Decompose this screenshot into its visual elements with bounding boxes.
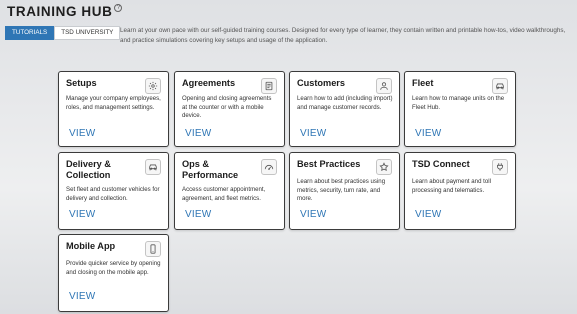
card-description: Set fleet and customer vehicles for deli… <box>66 186 160 202</box>
card-best-practices[interactable]: Best Practices Learn about best practice… <box>289 152 400 230</box>
card-customers[interactable]: Customers Learn how to add (including im… <box>289 71 400 147</box>
page-header: TRAINING HUB ? <box>7 3 123 20</box>
view-link[interactable]: VIEW <box>69 291 95 302</box>
card-description: Learn about best practices using metrics… <box>297 178 386 203</box>
tab-tsd-university[interactable]: TSD UNIVERSITY <box>54 26 121 40</box>
gear-icon <box>145 78 161 94</box>
view-link[interactable]: VIEW <box>300 128 326 139</box>
card-description: Access customer appointment, agreement, … <box>182 186 266 202</box>
view-link[interactable]: VIEW <box>185 209 211 220</box>
page-title: TRAINING HUB <box>7 4 113 19</box>
card-description: Learn about payment and toll processing … <box>412 178 491 194</box>
view-link[interactable]: VIEW <box>415 209 441 220</box>
mobile-phone-icon <box>145 241 161 257</box>
help-icon[interactable]: ? <box>114 4 123 12</box>
star-icon <box>376 159 392 175</box>
view-link[interactable]: VIEW <box>69 128 95 139</box>
view-link[interactable]: VIEW <box>69 209 95 220</box>
card-ops-performance[interactable]: Ops & Performance Access customer appoin… <box>174 152 285 230</box>
card-title: Agreements <box>182 78 236 88</box>
car-icon <box>492 78 508 94</box>
plug-icon <box>492 159 508 175</box>
card-description: Learn how to manage units on the Fleet H… <box>412 95 505 111</box>
card-agreements[interactable]: Agreements Opening and closing agreement… <box>174 71 285 147</box>
speedometer-icon <box>261 159 277 175</box>
intro-text: Learn at your own pace with our self-gui… <box>120 27 566 44</box>
card-title: Setups <box>66 78 97 88</box>
card-title: Customers <box>297 78 345 88</box>
document-icon <box>261 78 277 94</box>
view-link[interactable]: VIEW <box>300 209 326 220</box>
card-title: Delivery & Collection <box>66 159 111 180</box>
card-description: Learn how to add (including import) and … <box>297 95 393 111</box>
card-fleet[interactable]: Fleet Learn how to manage units on the F… <box>404 71 516 147</box>
tab-bar: TUTORIALS TSD UNIVERSITY <box>5 26 121 40</box>
view-link[interactable]: VIEW <box>185 128 211 139</box>
card-description: Opening and closing agreements at the co… <box>182 95 272 120</box>
card-title: Ops & Performance <box>182 159 239 180</box>
tab-tutorials[interactable]: TUTORIALS <box>5 26 55 40</box>
card-tsd-connect[interactable]: TSD Connect Learn about payment and toll… <box>404 152 516 230</box>
card-delivery-collection[interactable]: Delivery & Collection Set fleet and cust… <box>58 152 169 230</box>
card-description: Provide quicker service by opening and c… <box>66 260 161 276</box>
view-link[interactable]: VIEW <box>415 128 441 139</box>
card-title: Best Practices <box>297 159 361 169</box>
user-icon <box>376 78 392 94</box>
car-icon <box>145 159 161 175</box>
card-title: Mobile App <box>66 241 116 251</box>
card-title: Fleet <box>412 78 434 88</box>
card-setups[interactable]: Setups Manage your company employees, ro… <box>58 71 169 147</box>
card-mobile-app[interactable]: Mobile App Provide quicker service by op… <box>58 234 169 312</box>
card-title: TSD Connect <box>412 159 470 169</box>
card-description: Manage your company employees, roles, an… <box>66 95 161 111</box>
